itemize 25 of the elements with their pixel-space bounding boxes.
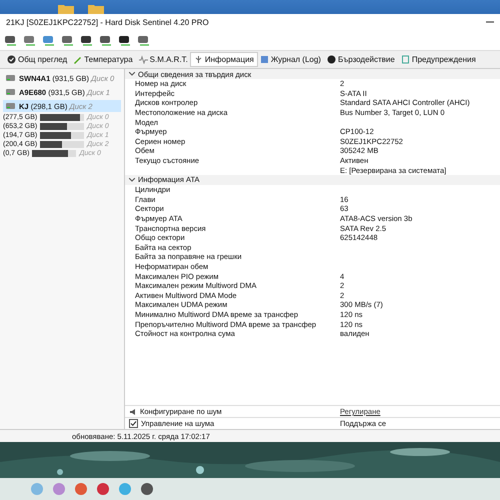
chevron-icon (129, 178, 135, 182)
hard-drive-icon (5, 87, 16, 97)
checkbox[interactable] (129, 419, 138, 428)
tab[interactable]: Информация (190, 53, 257, 66)
window-title: 21KJ [S0ZEJ1KPC22752] - Hard Disk Sentinel 4.20 PRO (6, 18, 209, 26)
tab[interactable]: Температура (70, 53, 136, 66)
check-icon (7, 55, 16, 64)
toolbar-icon[interactable] (4, 34, 18, 46)
hard-drive-icon (5, 101, 16, 111)
taskbar-icon[interactable] (74, 482, 88, 496)
toolbar-icon[interactable] (118, 34, 132, 46)
notebook-icon (260, 55, 269, 64)
tab[interactable]: Бързодействие (324, 53, 398, 66)
tab[interactable]: Журнал (Log) (256, 53, 324, 66)
taskbar-icon[interactable] (96, 482, 110, 496)
tab[interactable]: Общ преглед (4, 53, 70, 66)
tab[interactable]: Предупреждения (398, 53, 479, 66)
hard-drive-icon (5, 73, 16, 83)
speaker-icon (129, 408, 137, 416)
taskbar-icon[interactable] (140, 482, 154, 496)
pulse-icon (138, 55, 148, 64)
chevron-icon (129, 72, 135, 76)
tab[interactable]: S.M.A.R.T. (136, 53, 191, 66)
toolbar-icon[interactable] (80, 34, 94, 46)
toolbar-icon[interactable] (99, 34, 113, 46)
